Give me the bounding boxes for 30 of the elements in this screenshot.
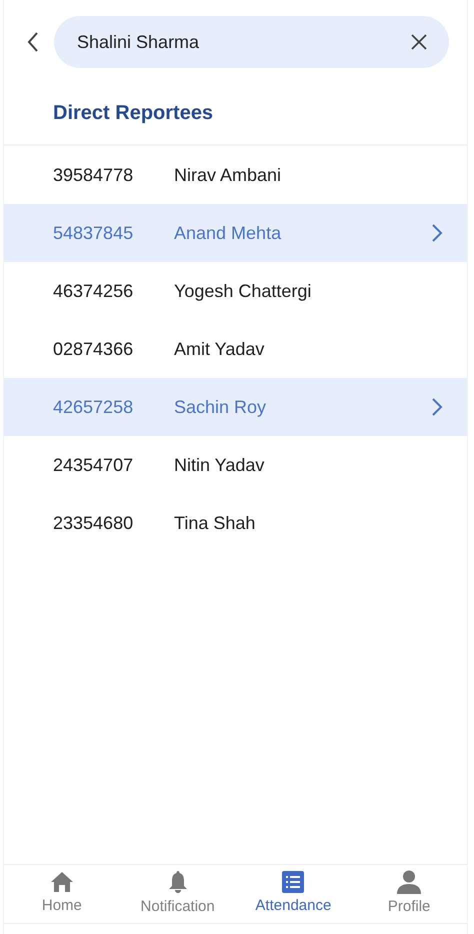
chevron-right-icon: [431, 223, 443, 243]
employee-id: 46374256: [53, 280, 134, 302]
employee-name: Yogesh Chattergi: [174, 280, 312, 303]
nav-tab[interactable]: Home: [4, 865, 120, 923]
list-icon: [282, 870, 304, 893]
nav-tab[interactable]: Profile: [351, 865, 467, 923]
chevron-right-icon: [431, 397, 443, 417]
nav-tab[interactable]: Attendance: [236, 865, 352, 923]
employee-name: Amit Yadav: [174, 338, 266, 360]
employee-id: 23354680: [53, 512, 134, 534]
bell-icon: [166, 870, 189, 894]
reportee-row[interactable]: 54837845 Anand Mehta: [4, 204, 467, 262]
employee-id: 02874366: [53, 338, 134, 360]
reportee-row[interactable]: 42657258 Sachin Roy: [4, 378, 467, 436]
employee-name: Anand Mehta: [174, 222, 282, 244]
person-icon: [396, 870, 422, 894]
employee-name: Sachin Roy: [174, 396, 268, 419]
employee-name: Tina Shah: [174, 512, 256, 534]
nav-tab[interactable]: Notification: [120, 865, 236, 923]
employee-id: 54837845: [53, 222, 134, 244]
employee-id: 24354707: [53, 454, 134, 476]
employee-name: Nitin Yadav: [174, 454, 266, 476]
close-icon[interactable]: [411, 34, 427, 50]
employee-id: 42657258: [53, 396, 134, 418]
search-field[interactable]: Shalini Sharma: [54, 16, 449, 68]
back-icon[interactable]: [26, 31, 40, 53]
section-title: Direct Reportees: [52, 101, 214, 126]
employee-id: 39584778: [53, 164, 134, 186]
employee-name: Nirav Ambani: [174, 164, 282, 186]
home-icon: [50, 870, 74, 893]
